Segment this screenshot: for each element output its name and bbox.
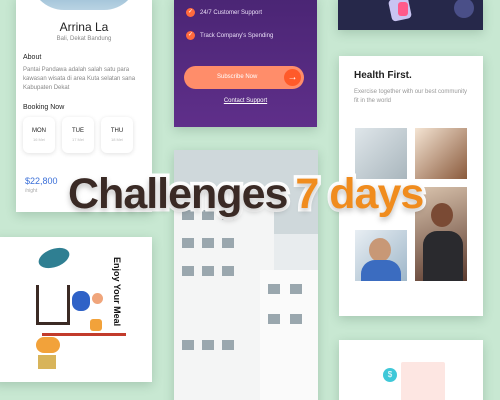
check-icon: ✓ <box>186 31 195 40</box>
health-title: Health First. <box>354 70 412 81</box>
subscribe-button[interactable]: Subscribe Now → <box>184 66 304 89</box>
feature-item: ✓ 24/7 Customer Support <box>186 8 263 17</box>
about-text: Pantai Pandawa adalah salah satu para ka… <box>23 67 136 91</box>
about-heading: About <box>23 54 42 61</box>
hotel-cover-image <box>30 0 138 10</box>
day-option-tue[interactable]: TUE 17 Mei <box>62 117 94 153</box>
person-illustration <box>72 291 90 311</box>
hotel-location: Bali, Dekat Bandung <box>56 36 112 42</box>
plant-illustration <box>35 244 73 272</box>
headline-challenges: Challenges <box>64 167 291 222</box>
hotel-name: Arrina La <box>59 20 109 34</box>
price: $22,800 <box>25 176 58 186</box>
dollar-coin-icon: $ <box>383 368 397 382</box>
receipt-illustration <box>401 362 445 400</box>
chair-illustration <box>36 285 70 325</box>
booking-heading: Booking Now <box>23 104 65 111</box>
smiling-man-photo <box>355 230 407 281</box>
day-option-thu[interactable]: THU 18 Mei <box>101 117 133 153</box>
day-selector: MON 16 Mei TUE 17 Mei THU 18 Mei <box>23 117 133 153</box>
product-image-circle <box>454 0 474 18</box>
receipt-card: $ <box>339 340 483 400</box>
product-image-accent <box>398 2 408 16</box>
contact-support-link[interactable]: Contact Support <box>174 98 317 104</box>
price-unit: /night <box>25 188 38 194</box>
health-description: Exercise together with our best communit… <box>354 89 468 104</box>
building-image <box>174 190 274 400</box>
pot-illustration <box>38 355 56 369</box>
pricing-card: ✓ 24/7 Customer Support ✓ Track Company'… <box>174 0 317 127</box>
table-illustration <box>42 333 126 336</box>
dark-product-card <box>338 0 483 30</box>
arrow-right-icon: → <box>284 69 301 86</box>
cup-illustration <box>90 319 102 331</box>
day-option-mon[interactable]: MON 16 Mei <box>23 117 55 153</box>
meal-card: Enjoy Your Meal <box>0 237 152 382</box>
headline: Challenges 7 days <box>64 167 428 222</box>
check-icon: ✓ <box>186 8 195 17</box>
meal-vertical-title: Enjoy Your Meal <box>112 257 122 327</box>
dog-illustration <box>36 337 60 353</box>
headline-7-days: 7 days <box>292 167 428 222</box>
feature-item: ✓ Track Company's Spending <box>186 31 274 40</box>
